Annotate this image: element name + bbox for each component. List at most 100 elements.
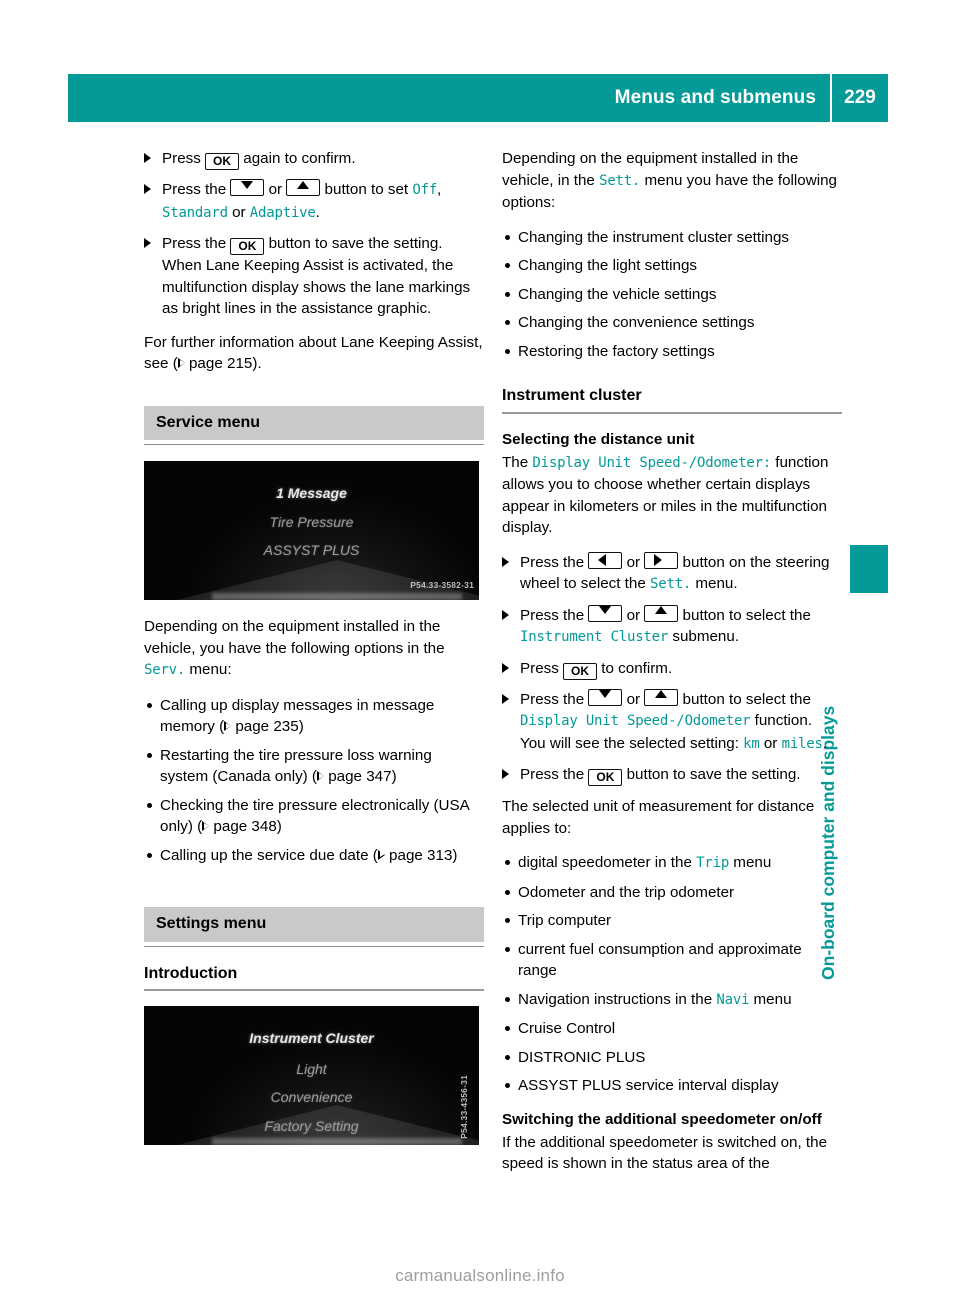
value-sett-menu: Sett. xyxy=(650,576,692,592)
bullet-dot-icon xyxy=(147,852,152,858)
step-text: button to set xyxy=(320,181,413,198)
list-item-text: Odometer and the trip odometer xyxy=(518,883,735,901)
page-reference-icon xyxy=(224,721,232,731)
step-marker-icon xyxy=(144,184,151,194)
figure-line-4: Factory Setting xyxy=(264,1117,359,1134)
figure-service-menu-display: 1 Message Tire Pressure ASSYST PLUS P54.… xyxy=(144,461,479,600)
heading-rule xyxy=(144,989,484,991)
heading-selecting-distance-unit: Selecting the distance unit xyxy=(502,430,695,448)
heading-rule xyxy=(144,945,484,947)
list-item-text: digital speedometer in the xyxy=(518,854,697,871)
heading-switching-speedometer: Switching the additional speedometer on/… xyxy=(502,1110,822,1128)
list-item-text: Changing the light settings xyxy=(518,257,697,274)
step-text: You will see the selected setting: xyxy=(520,734,744,752)
paragraph-text: The xyxy=(502,453,533,471)
heading-rule xyxy=(144,444,484,445)
list-item-text: Changing the instrument cluster settings xyxy=(518,228,789,246)
value-navi-menu: Navi xyxy=(716,991,750,1008)
page-reference-icon xyxy=(317,771,324,781)
step-text: , xyxy=(437,181,442,198)
paragraph-speedometer: If the additional speedometer is switche… xyxy=(502,1133,828,1173)
bullet-dot-icon xyxy=(147,702,152,708)
list-item-text: page 313) xyxy=(384,846,458,864)
list-item-text: page 348) xyxy=(209,818,282,835)
bullet-dot-icon xyxy=(147,802,152,808)
list-item: Calling up the service due date ( page 3… xyxy=(144,845,484,867)
section-side-tab-marker xyxy=(850,545,888,593)
step-text: Press the xyxy=(520,553,589,571)
page-reference-icon xyxy=(202,821,210,831)
figure-line-3: Convenience xyxy=(270,1089,353,1105)
paragraph-text: Depending on the equipment installed in … xyxy=(144,618,445,657)
figure-line-1: Instrument Cluster xyxy=(249,1030,374,1046)
step-save-setting: Press the OK button to save the setting.… xyxy=(144,233,484,320)
list-item-text: Restoring the factory settings xyxy=(518,342,715,360)
list-item: Calling up display messages in message m… xyxy=(144,695,484,738)
list-item-text: current fuel consumption and approximate… xyxy=(518,940,802,980)
list-item-text: Trip computer xyxy=(518,912,612,929)
page-reference-icon xyxy=(377,849,385,860)
value-trip-menu: Trip xyxy=(696,855,730,871)
figure-settings-menu-display: Instrument Cluster Light Convenience Fac… xyxy=(144,1006,479,1145)
step-text: Press the xyxy=(162,235,231,252)
list-item: Odometer and the trip odometer xyxy=(502,882,842,904)
list-item: DISTRONIC PLUS xyxy=(502,1047,842,1069)
list-item-text: Changing the vehicle settings xyxy=(518,285,717,303)
step-text: button to select the xyxy=(678,606,811,624)
step-text: Press xyxy=(520,659,564,677)
left-column: Press OK again to confirm. Press the or … xyxy=(144,148,484,1161)
bullet-dot-icon xyxy=(505,1026,510,1031)
bullet-dot-icon xyxy=(505,996,510,1002)
paragraph-display-unit: The Display Unit Speed-/Odometer: functi… xyxy=(502,452,842,539)
paragraph-service-options: Depending on the equipment installed in … xyxy=(144,616,484,682)
page-header-bar: Menus and submenus 229 xyxy=(68,74,888,122)
figure-line-3: ASSYST PLUS xyxy=(263,542,360,558)
list-item-text: Changing the convenience settings xyxy=(518,314,755,331)
list-item: Cruise Control xyxy=(502,1018,842,1040)
figure-code-label: P54.33-4356-31 xyxy=(458,1075,469,1139)
right-column: Depending on the equipment installed in … xyxy=(502,148,842,1188)
bullet-dot-icon xyxy=(505,291,510,297)
step-text: function. xyxy=(750,712,813,729)
step-marker-icon xyxy=(502,693,509,704)
arrow-up-key-icon xyxy=(644,688,679,706)
figure-line-2: Tire Pressure xyxy=(269,513,354,530)
bullet-dot-icon xyxy=(505,918,510,923)
list-item-text: Cruise Control xyxy=(518,1020,616,1037)
step-text: submenu. xyxy=(668,628,740,645)
arrow-down-key-icon xyxy=(588,688,623,706)
heading-introduction: Introduction xyxy=(144,964,238,982)
step-text: button to save the setting. xyxy=(622,766,801,783)
step-marker-icon xyxy=(144,238,151,248)
step-text: Press the xyxy=(520,690,589,708)
page-reference-icon xyxy=(177,358,185,368)
arrow-left-key-icon xyxy=(588,551,623,569)
step-text: . xyxy=(315,203,320,221)
list-item: Changing the convenience settings xyxy=(502,312,842,334)
list-item-text: ASSYST PLUS service interval display xyxy=(518,1077,779,1094)
value-instrument-cluster: Instrument Cluster xyxy=(520,629,669,645)
step-select-display-unit-function: Press the or button to select the Displa… xyxy=(502,688,842,756)
step-text: to confirm. xyxy=(597,659,673,677)
step-marker-icon xyxy=(144,153,151,163)
value-serv-menu: Serv. xyxy=(144,662,186,678)
figure-line-1: 1 Message xyxy=(276,485,347,501)
bullet-dot-icon xyxy=(505,234,510,240)
value-sett-menu: Sett. xyxy=(599,172,641,189)
list-item: Changing the vehicle settings xyxy=(502,284,842,306)
list-item: Changing the light settings xyxy=(502,255,842,277)
bullet-dot-icon xyxy=(505,1054,510,1060)
bullet-dot-icon xyxy=(505,889,510,895)
ok-key-icon: OK xyxy=(230,238,265,255)
step-marker-icon xyxy=(502,556,509,567)
arrow-down-key-icon xyxy=(588,604,623,622)
paragraph-text: menu: xyxy=(185,661,232,678)
bullet-dot-icon xyxy=(505,320,510,325)
step-text: Press the xyxy=(162,181,231,198)
list-item: Changing the instrument cluster settings xyxy=(502,227,842,249)
bullet-dot-icon xyxy=(505,1083,510,1088)
list-item: Checking the tire pressure electronicall… xyxy=(144,795,484,838)
step-set-mode: Press the or button to set Off, Standard… xyxy=(144,179,484,224)
figure-code-label: P54.33-3582-31 xyxy=(410,579,474,590)
section-side-tab: On-board computer and displays xyxy=(818,140,888,980)
